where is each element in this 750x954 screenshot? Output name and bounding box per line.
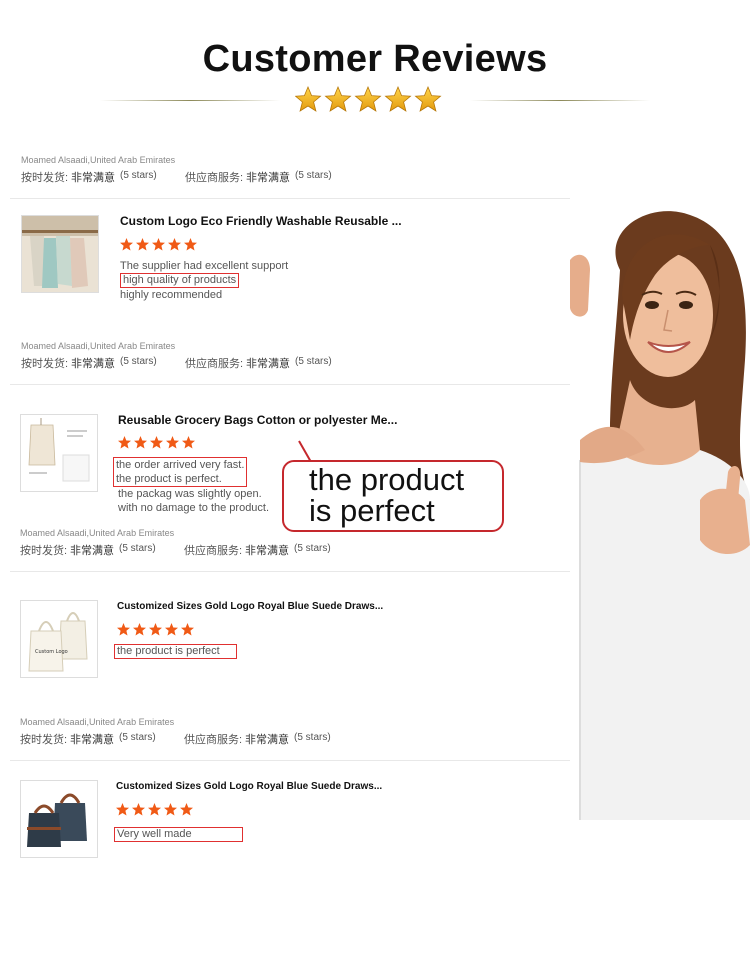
star-icon: [385, 86, 411, 112]
review-text: The supplier had excellent support high …: [120, 259, 288, 302]
review-meta: Moamed Alsaadi,United Arab Emirates 按时发货…: [20, 717, 331, 747]
review-line: The supplier had excellent support: [120, 260, 289, 272]
star-icon: [295, 86, 321, 112]
shipping-stars: (5 stars): [119, 543, 156, 554]
shipping-stars: (5 stars): [120, 170, 157, 181]
service-label: 供应商服务:: [185, 358, 244, 370]
callout-bubble: the product is perfect: [282, 460, 504, 532]
shipping-value: 非常满意: [70, 545, 114, 557]
review-line-highlighted: the product is perfect: [114, 644, 237, 659]
product-thumbnail-grocery-bag[interactable]: [20, 414, 98, 492]
row-divider: [10, 198, 570, 199]
product-title-link[interactable]: Reusable Grocery Bags Cotton or polyeste…: [118, 413, 397, 427]
title-divider-left: [100, 100, 280, 101]
reviewer-name: Moamed Alsaadi,United Arab Emirates: [20, 528, 175, 538]
service-label: 供应商服务:: [184, 734, 243, 746]
tote-logo-text: Custom Logo: [35, 649, 68, 655]
review-line: the packag was slightly open.: [118, 488, 262, 500]
title-divider-right: [470, 100, 650, 101]
shipping-value: 非常满意: [70, 734, 114, 746]
reviewer-name: Moamed Alsaadi,United Arab Emirates: [21, 341, 176, 351]
shipping-value: 非常满意: [71, 172, 115, 184]
review-line: with no damage to the product.: [118, 502, 270, 514]
star-icon: [325, 86, 351, 112]
service-stars: (5 stars): [294, 543, 331, 554]
product-rating: [120, 238, 200, 257]
review-line-highlighted: Very well made: [114, 827, 243, 842]
service-value: 非常满意: [246, 358, 290, 370]
review-line-highlighted: high quality of products: [120, 273, 240, 288]
review-text: the product is perfect: [114, 644, 237, 659]
star-icon: [355, 86, 381, 112]
callout-line: is perfect: [309, 493, 435, 528]
review-text: Very well made: [114, 827, 243, 842]
shipping-value: 非常满意: [71, 358, 115, 370]
product-title-link[interactable]: Customized Sizes Gold Logo Royal Blue Su…: [116, 781, 382, 792]
service-stars: (5 stars): [294, 732, 331, 743]
review-text: the order arrived very fast. the product…: [113, 457, 269, 515]
product-title-link[interactable]: Custom Logo Eco Friendly Washable Reusab…: [120, 214, 402, 228]
smiling-woman-thumbs-up-image: [560, 200, 750, 825]
reviewer-name: Moamed Alsaadi,United Arab Emirates: [20, 717, 175, 727]
product-rating: [116, 803, 196, 822]
reviewer-name: Moamed Alsaadi,United Arab Emirates: [21, 155, 176, 165]
service-stars: (5 stars): [295, 170, 332, 181]
product-thumbnail-tote-bag[interactable]: Custom Logo: [20, 600, 98, 678]
row-divider: [10, 571, 570, 572]
callout-line: the product: [309, 462, 465, 497]
product-title-link[interactable]: Customized Sizes Gold Logo Royal Blue Su…: [117, 601, 383, 612]
service-value: 非常满意: [245, 734, 289, 746]
product-thumbnail-bags[interactable]: [20, 780, 98, 858]
review-line-highlighted: the order arrived very fast.: [116, 459, 245, 471]
page-title: Customer Reviews: [202, 38, 548, 80]
shipping-label: 按时发货:: [20, 734, 68, 746]
shipping-label: 按时发货:: [21, 358, 69, 370]
review-meta: Moamed Alsaadi,United Arab Emirates 按时发货…: [21, 155, 332, 185]
review-meta: Moamed Alsaadi,United Arab Emirates 按时发货…: [21, 341, 332, 371]
service-value: 非常满意: [245, 545, 289, 557]
header-rating-stars: [295, 84, 457, 119]
shipping-stars: (5 stars): [120, 356, 157, 367]
product-rating: [117, 623, 197, 642]
row-divider: [10, 760, 570, 761]
shipping-label: 按时发货:: [20, 545, 68, 557]
service-label: 供应商服务:: [185, 172, 244, 184]
shipping-stars: (5 stars): [119, 732, 156, 743]
review-line: highly recommended: [120, 289, 223, 301]
service-stars: (5 stars): [295, 356, 332, 367]
product-thumbnail-mesh-bags[interactable]: [21, 215, 99, 293]
service-label: 供应商服务:: [184, 545, 243, 557]
shipping-label: 按时发货:: [21, 172, 69, 184]
service-value: 非常满意: [246, 172, 290, 184]
star-icon: [415, 86, 441, 112]
product-rating: [118, 436, 198, 455]
row-divider: [10, 384, 570, 385]
review-line-highlighted: the product is perfect.: [116, 473, 222, 485]
review-meta: Moamed Alsaadi,United Arab Emirates 按时发货…: [20, 528, 331, 558]
